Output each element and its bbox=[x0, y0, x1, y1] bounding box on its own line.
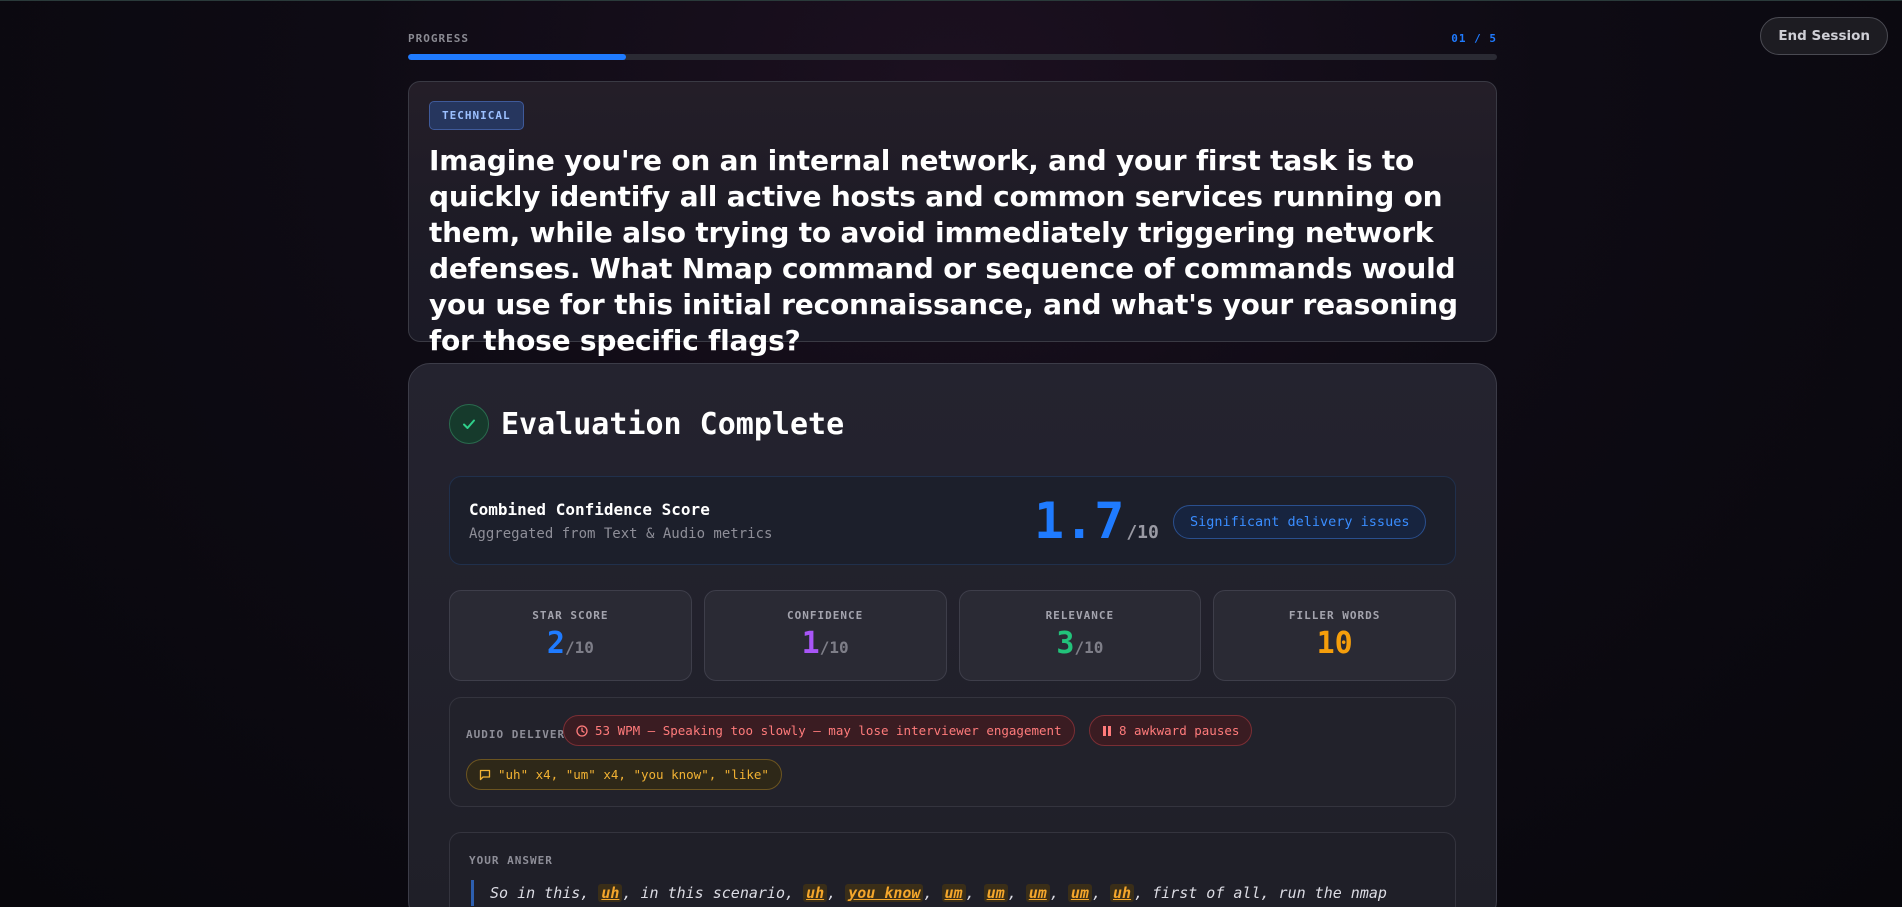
answer-text: , first of all, run the nmap bbox=[1134, 884, 1387, 902]
filler-word: um bbox=[983, 884, 1008, 902]
end-session-button[interactable]: End Session bbox=[1760, 17, 1888, 55]
speaking-pace-pill: 53 WPM — Speaking too slowly — may lose … bbox=[563, 715, 1075, 746]
metric-number: 2 bbox=[546, 626, 565, 661]
answer-text: , bbox=[1091, 884, 1110, 902]
combined-confidence-panel: Combined Confidence Score Aggregated fro… bbox=[449, 476, 1456, 565]
answer-transcript: So in this, uh, in this scenario, uh, yo… bbox=[471, 880, 1431, 906]
awkward-pauses-text: 8 awkward pauses bbox=[1119, 723, 1240, 738]
metric-confidence: CONFIDENCE 1 /10 bbox=[703, 590, 947, 681]
progress-count: 01 / 5 bbox=[1451, 32, 1497, 45]
metric-value: 3 /10 bbox=[1056, 627, 1103, 661]
metric-label: RELEVANCE bbox=[1045, 609, 1115, 622]
filler-word: uh bbox=[598, 884, 623, 902]
clock-icon bbox=[576, 724, 588, 737]
combined-score-value: 1.7 bbox=[1034, 492, 1125, 550]
pause-icon bbox=[1103, 725, 1111, 736]
filler-words-text: "uh" x4, "um" x4, "you know", "like" bbox=[498, 767, 769, 782]
answer-text: So in this, bbox=[490, 884, 599, 902]
metric-label: STAR SCORE bbox=[532, 609, 609, 622]
metric-denominator: /10 bbox=[819, 638, 849, 657]
answer-text: , bbox=[827, 884, 846, 902]
metric-number: 1 bbox=[801, 626, 820, 661]
combined-score: 1.7 /10 bbox=[1034, 493, 1159, 549]
metric-value: 2 /10 bbox=[547, 627, 594, 661]
audio-delivery-label: AUDIO DELIVERY bbox=[466, 728, 573, 741]
progress-header: PROGRESS 01 / 5 bbox=[408, 32, 1497, 45]
filler-word: um bbox=[941, 884, 966, 902]
metric-number: 3 bbox=[1056, 626, 1075, 661]
combined-score-subtitle: Aggregated from Text & Audio metrics bbox=[469, 526, 773, 542]
filler-word: you know bbox=[845, 884, 924, 902]
metric-denominator: /10 bbox=[1074, 638, 1104, 657]
metric-label: CONFIDENCE bbox=[787, 609, 864, 622]
metrics-row: STAR SCORE 2 /10 CONFIDENCE 1 /10 RELEVA… bbox=[449, 590, 1456, 681]
metric-denominator: /10 bbox=[564, 638, 594, 657]
answer-text: , bbox=[965, 884, 984, 902]
progress-bar-fill bbox=[408, 54, 626, 60]
combined-score-denominator: /10 bbox=[1126, 522, 1159, 543]
progress-bar bbox=[408, 54, 1497, 60]
check-icon bbox=[449, 404, 489, 444]
delivery-status-badge: Significant delivery issues bbox=[1173, 505, 1427, 539]
question-category-tag: TECHNICAL bbox=[429, 101, 524, 130]
your-answer-label: YOUR ANSWER bbox=[469, 854, 553, 867]
combined-score-title: Combined Confidence Score bbox=[469, 500, 710, 519]
top-border bbox=[0, 0, 1902, 1]
metric-filler-words: FILLER WORDS 10 bbox=[1213, 590, 1456, 681]
filler-word: um bbox=[1067, 884, 1092, 902]
metric-value: 10 bbox=[1317, 627, 1353, 661]
awkward-pauses-pill: 8 awkward pauses bbox=[1089, 715, 1253, 746]
audio-delivery-panel: AUDIO DELIVERY 53 WPM — Speaking too slo… bbox=[449, 697, 1456, 807]
question-text: Imagine you're on an internal network, a… bbox=[429, 144, 1458, 357]
metric-value: 1 /10 bbox=[802, 627, 849, 661]
metric-star-score: STAR SCORE 2 /10 bbox=[449, 590, 692, 681]
answer-text: , bbox=[1007, 884, 1026, 902]
message-icon bbox=[479, 769, 491, 780]
filler-word: uh bbox=[803, 884, 828, 902]
answer-text: , bbox=[923, 884, 942, 902]
evaluation-card: Evaluation Complete Combined Confidence … bbox=[408, 363, 1497, 907]
evaluation-header: Evaluation Complete bbox=[449, 404, 844, 444]
progress-label: PROGRESS bbox=[408, 32, 469, 45]
evaluation-title: Evaluation Complete bbox=[501, 406, 845, 442]
metric-relevance: RELEVANCE 3 /10 bbox=[958, 590, 1202, 681]
answer-text: , bbox=[1049, 884, 1068, 902]
filler-word: um bbox=[1025, 884, 1050, 902]
filler-word: uh bbox=[1110, 884, 1135, 902]
answer-text: , in this scenario, bbox=[622, 884, 804, 902]
metric-label: FILLER WORDS bbox=[1288, 609, 1381, 622]
speaking-pace-text: 53 WPM — Speaking too slowly — may lose … bbox=[595, 723, 1062, 738]
your-answer-panel: YOUR ANSWER So in this, uh, in this scen… bbox=[449, 832, 1456, 907]
question-card: TECHNICAL Imagine you're on an internal … bbox=[408, 81, 1497, 357]
filler-words-pill: "uh" x4, "um" x4, "you know", "like" bbox=[466, 759, 782, 790]
metric-number: 10 bbox=[1316, 626, 1353, 661]
